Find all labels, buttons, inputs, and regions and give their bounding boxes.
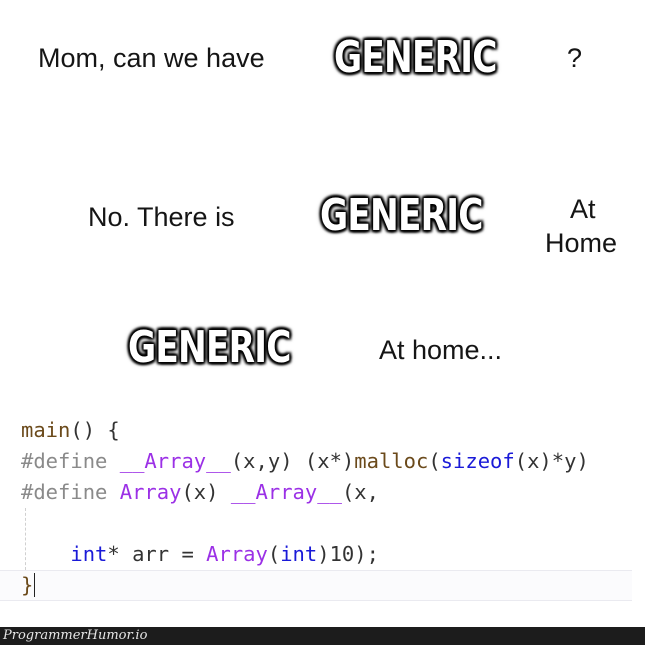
code-token: (x)*y) [514,449,589,473]
code-token: sizeof [440,449,515,473]
code-line[interactable] [0,508,645,539]
panel2-caption: No. There is [88,202,235,232]
code-token: Array [119,480,182,504]
code-token: * arr = [107,542,207,566]
panel2-home: Home [545,228,618,258]
code-token: ( [428,449,441,473]
panel2-at: At [570,194,596,224]
code-line[interactable]: main() { [0,415,645,446]
panel1-question-mark: ? [567,43,583,73]
code-token: int [280,542,318,566]
code-token: } [21,573,34,597]
code-token: int [70,542,108,566]
code-token: (x, [341,480,379,504]
code-token: #define [21,449,120,473]
watermark-bar: ProgrammerHumor.io [0,627,645,645]
code-token: malloc [354,449,429,473]
code-line[interactable]: #define __Array__(x,y) (x*)malloc(sizeof… [0,446,645,477]
code-token: Array [206,542,268,566]
code-token: __Array__ [230,480,342,504]
code-token: )10); [317,542,379,566]
panel3-caption: At home... [379,335,503,365]
code-token: #define [21,480,120,504]
panel1-generic-word: GENERIC [334,32,497,83]
code-editor[interactable]: main() {#define __Array__(x,y) (x*)mallo… [0,415,645,601]
text-cursor [34,573,36,597]
code-token: (x,y) (x*) [230,449,355,473]
code-line[interactable]: } [0,570,632,601]
code-token: main [21,418,71,442]
code-line[interactable]: #define Array(x) __Array__(x, [0,477,645,508]
watermark-text: ProgrammerHumor.io [3,628,148,643]
panel3-generic-word: GENERIC [128,322,291,373]
code-line[interactable]: int* arr = Array(int)10); [0,539,645,570]
panel2-generic-word: GENERIC [320,190,483,241]
code-token: () { [70,418,120,442]
code-token: __Array__ [119,449,231,473]
code-token: (x) [181,480,231,504]
code-token: ( [267,542,281,566]
panel1-caption: Mom, can we have [38,43,265,73]
